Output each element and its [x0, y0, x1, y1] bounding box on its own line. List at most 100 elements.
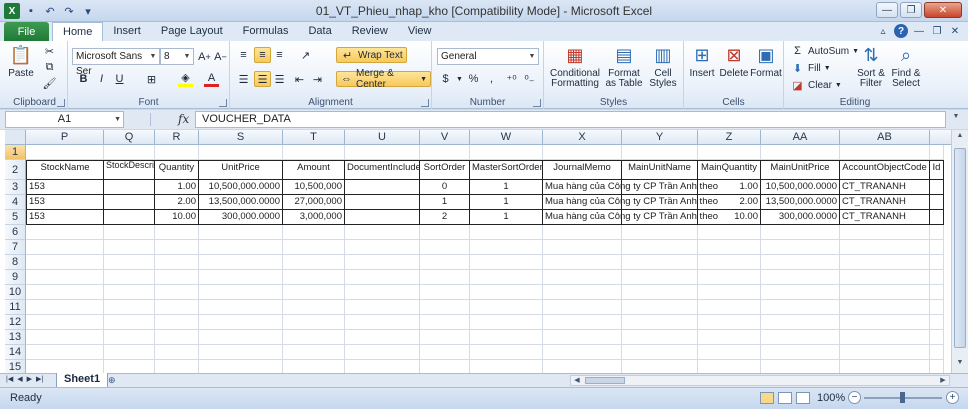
empty-cell[interactable] — [930, 225, 944, 240]
empty-cell[interactable] — [199, 300, 283, 315]
empty-cell[interactable] — [698, 145, 761, 160]
empty-cell[interactable] — [761, 145, 840, 160]
normal-view-icon[interactable] — [760, 392, 774, 404]
empty-cell[interactable] — [26, 300, 104, 315]
empty-cell[interactable] — [930, 270, 944, 285]
table-cell[interactable]: CT_TRANANH — [840, 195, 930, 210]
row-header[interactable]: 6 — [5, 225, 26, 240]
empty-cell[interactable] — [199, 330, 283, 345]
empty-cell[interactable] — [199, 240, 283, 255]
empty-cell[interactable] — [761, 315, 840, 330]
empty-cell[interactable] — [104, 145, 155, 160]
empty-cell[interactable] — [283, 300, 345, 315]
row-header[interactable]: 10 — [5, 285, 26, 300]
table-header-cell[interactable]: MainUnitPrice — [761, 160, 840, 180]
table-header-cell[interactable]: SortOrder — [420, 160, 470, 180]
empty-cell[interactable] — [761, 300, 840, 315]
empty-cell[interactable] — [698, 360, 761, 373]
empty-cell[interactable] — [840, 330, 930, 345]
column-header[interactable]: AA — [761, 130, 840, 145]
empty-cell[interactable] — [155, 255, 199, 270]
empty-cell[interactable] — [345, 225, 420, 240]
empty-cell[interactable] — [155, 225, 199, 240]
empty-cell[interactable] — [199, 315, 283, 330]
empty-cell[interactable] — [698, 315, 761, 330]
empty-cell[interactable] — [622, 360, 698, 373]
empty-cell[interactable] — [26, 240, 104, 255]
comma-button[interactable]: , — [484, 71, 499, 87]
empty-cell[interactable] — [420, 300, 470, 315]
row-header[interactable]: 13 — [5, 330, 26, 345]
empty-cell[interactable] — [930, 360, 944, 373]
empty-cell[interactable] — [698, 270, 761, 285]
table-cell[interactable]: 153 — [26, 180, 104, 195]
align-middle-button[interactable]: ≡ — [254, 47, 271, 63]
table-cell[interactable] — [345, 180, 420, 195]
table-cell[interactable]: 153 — [26, 210, 104, 225]
table-cell[interactable]: 1 — [470, 195, 543, 210]
empty-cell[interactable] — [622, 255, 698, 270]
font-name-combo[interactable]: Microsoft Sans Ser ▼ — [72, 48, 160, 77]
empty-cell[interactable] — [104, 240, 155, 255]
tab-formulas[interactable]: Formulas — [233, 22, 299, 41]
empty-cell[interactable] — [283, 270, 345, 285]
empty-cell[interactable] — [345, 315, 420, 330]
empty-cell[interactable] — [930, 315, 944, 330]
empty-cell[interactable] — [345, 270, 420, 285]
align-center-button[interactable]: ☰ — [254, 71, 271, 87]
empty-cell[interactable] — [155, 315, 199, 330]
shrink-font-button[interactable]: A − — [213, 49, 228, 65]
empty-cell[interactable] — [761, 240, 840, 255]
table-cell[interactable]: 2.00 — [155, 195, 199, 210]
empty-cell[interactable] — [840, 285, 930, 300]
empty-cell[interactable] — [930, 145, 944, 160]
empty-cell[interactable] — [543, 240, 622, 255]
table-cell[interactable]: 1.00 — [155, 180, 199, 195]
empty-cell[interactable] — [199, 255, 283, 270]
table-cell[interactable]: 153 — [26, 195, 104, 210]
empty-cell[interactable] — [930, 330, 944, 345]
empty-cell[interactable] — [470, 270, 543, 285]
table-cell[interactable]: 27,000,000 — [283, 195, 345, 210]
vertical-scroll-thumb[interactable] — [954, 148, 966, 348]
table-cell[interactable]: Mua hàng của Công ty CP Trần Anh theo — [543, 195, 718, 210]
column-header[interactable]: V — [420, 130, 470, 145]
find-select-button[interactable]: ⌕ Find & Select — [888, 43, 924, 89]
tab-page-layout[interactable]: Page Layout — [151, 22, 233, 41]
table-cell[interactable] — [930, 195, 944, 210]
empty-cell[interactable] — [420, 345, 470, 360]
empty-cell[interactable] — [345, 330, 420, 345]
table-cell[interactable]: Mua hàng của Công ty CP Trần Anh theo — [543, 210, 718, 225]
empty-cell[interactable] — [26, 345, 104, 360]
empty-cell[interactable] — [698, 345, 761, 360]
row-header[interactable]: 9 — [5, 270, 26, 285]
table-cell[interactable] — [104, 180, 155, 195]
column-header[interactable]: T — [283, 130, 345, 145]
table-cell[interactable] — [930, 210, 944, 225]
tab-data[interactable]: Data — [298, 22, 341, 41]
empty-cell[interactable] — [420, 145, 470, 160]
empty-cell[interactable] — [199, 145, 283, 160]
table-header-cell[interactable]: JournalMemo — [543, 160, 622, 180]
row-header[interactable]: 3 — [5, 180, 26, 195]
scroll-down-icon[interactable]: ▼ — [954, 359, 966, 371]
scroll-up-icon[interactable]: ▲ — [954, 132, 966, 144]
format-painter-button[interactable]: 🖌 — [42, 75, 57, 91]
column-header[interactable]: P — [26, 130, 104, 145]
increase-indent-button[interactable]: ⇥ — [310, 71, 325, 87]
empty-cell[interactable] — [761, 345, 840, 360]
sheet-tab-sheet1[interactable]: Sheet1 — [56, 373, 109, 388]
empty-cell[interactable] — [698, 330, 761, 345]
page-layout-view-icon[interactable] — [778, 392, 792, 404]
empty-cell[interactable] — [345, 285, 420, 300]
increase-decimal-button[interactable]: ⁺⁰ — [504, 71, 519, 87]
empty-cell[interactable] — [840, 345, 930, 360]
column-header[interactable]: AB — [840, 130, 930, 145]
insert-sheet-icon[interactable]: ⊕ — [108, 375, 122, 386]
table-cell[interactable]: CT_TRANANH — [840, 180, 930, 195]
empty-cell[interactable] — [283, 360, 345, 373]
scroll-left-icon[interactable]: ◀ — [572, 376, 582, 384]
empty-cell[interactable] — [155, 345, 199, 360]
empty-cell[interactable] — [470, 345, 543, 360]
empty-cell[interactable] — [345, 300, 420, 315]
